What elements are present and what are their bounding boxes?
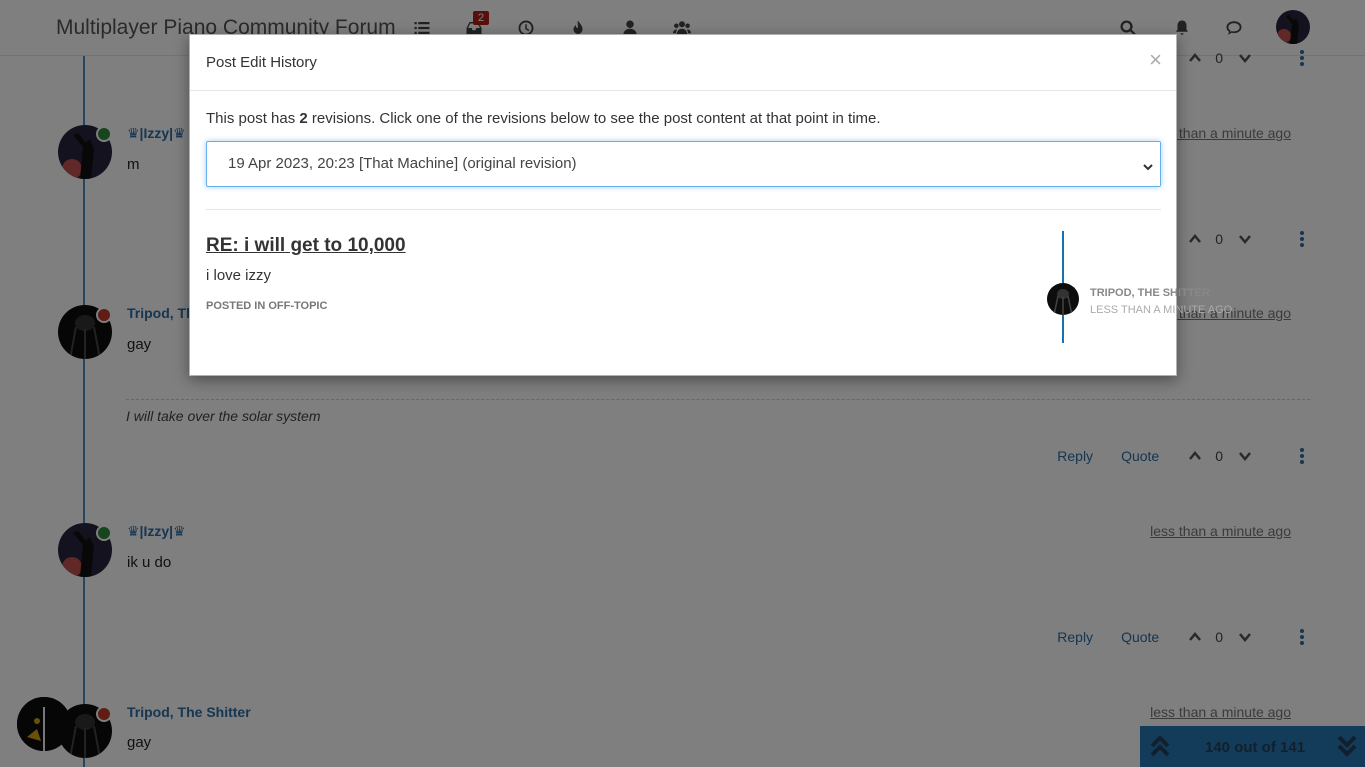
category-label: Posted in	[206, 300, 266, 312]
post-edit-history-modal: Post Edit History × This post has 2 revi…	[189, 34, 1232, 376]
modal-header: Post Edit History ×	[190, 35, 1176, 91]
preview-avatar[interactable]	[1047, 283, 1079, 315]
preview-title[interactable]: RE: i will get to 10,000	[206, 235, 406, 257]
close-icon[interactable]: ×	[1149, 47, 1162, 73]
intro-text: This post has	[206, 110, 300, 127]
preview-author[interactable]: Tripod, The Shitter	[1090, 287, 1210, 299]
category-link[interactable]: Off-Topic	[268, 300, 327, 312]
revision-select[interactable]: 19 Apr 2023, 20:23 [That Machine] (origi…	[206, 141, 1161, 187]
modal-divider	[206, 209, 1161, 210]
chevron-down-icon	[1143, 159, 1153, 171]
intro-text: revisions. Click one of the revisions be…	[307, 110, 881, 127]
preview-timestamp: less than a minute ago	[1090, 304, 1233, 316]
revision-select-value: 19 Apr 2023, 20:23 [That Machine] (origi…	[228, 155, 577, 172]
revision-count: 2	[299, 110, 308, 127]
preview-category: Posted in Off-Topic	[206, 300, 327, 312]
preview-content: i love izzy	[206, 267, 272, 284]
modal-title: Post Edit History	[206, 54, 317, 71]
revision-intro: This post has 2 revisions. Click one of …	[206, 110, 881, 127]
